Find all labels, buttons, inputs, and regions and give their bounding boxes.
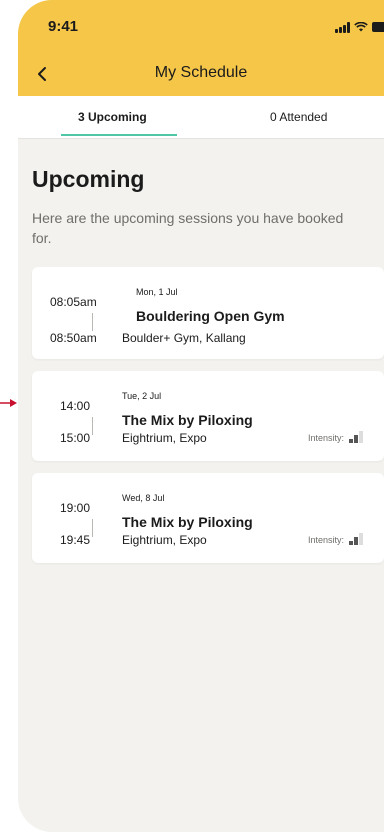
- battery-icon: [372, 22, 384, 32]
- page-title: My Schedule: [154, 64, 248, 81]
- session-venue: Eightrium, Expo: [122, 431, 207, 445]
- session-venue: Boulder+ Gym, Kallang: [122, 331, 246, 345]
- time-connector: [92, 417, 93, 435]
- intensity-label: Intensity:: [308, 433, 345, 443]
- status-bar: 9:41: [18, 0, 384, 52]
- session-title: Bouldering Open Gym: [136, 308, 285, 324]
- session-card[interactable]: 19:00 19:45 Wed, 8 Jul The Mix by Piloxi…: [32, 473, 384, 563]
- tab-bar: 3 Upcoming 0 Attended: [18, 96, 384, 139]
- session-end-time: 19:45: [60, 533, 91, 547]
- phone-screen: 9:41 My Schedule 3 Upcoming 0 Attended U…: [18, 0, 384, 832]
- session-card[interactable]: 14:00 15:00 Tue, 2 Jul The Mix by Piloxi…: [32, 371, 384, 461]
- session-end-time: 15:00: [60, 431, 91, 445]
- time-connector: [92, 519, 93, 537]
- tab-attended[interactable]: 0 Attended: [270, 110, 327, 124]
- active-tab-indicator: [61, 134, 177, 136]
- intensity-bars-icon: [349, 431, 364, 443]
- signal-icon: [335, 21, 350, 33]
- session-end-time: 08:50am: [50, 331, 97, 345]
- session-start-time: 19:00: [60, 501, 91, 515]
- tab-upcoming[interactable]: 3 Upcoming: [78, 110, 147, 124]
- session-title: The Mix by Piloxing: [122, 412, 253, 428]
- intensity-indicator: Intensity:: [308, 431, 364, 443]
- session-start-time: 08:05am: [50, 295, 97, 309]
- section-title: Upcoming: [32, 166, 145, 192]
- intensity-label: Intensity:: [308, 535, 345, 545]
- session-card[interactable]: 08:05am 08:50am Mon, 1 Jul Bouldering Op…: [32, 267, 384, 359]
- wifi-icon: [354, 22, 368, 32]
- session-date: Mon, 1 Jul: [136, 287, 178, 297]
- session-date: Wed, 8 Jul: [122, 493, 165, 503]
- status-icons: [335, 20, 384, 34]
- section-subtitle: Here are the upcoming sessions you have …: [32, 210, 344, 246]
- intensity-indicator: Intensity:: [308, 533, 364, 545]
- session-title: The Mix by Piloxing: [122, 514, 253, 530]
- intensity-bars-icon: [349, 533, 364, 545]
- session-date: Tue, 2 Jul: [122, 391, 162, 401]
- time-connector: [92, 313, 93, 331]
- session-venue: Eightrium, Expo: [122, 533, 207, 547]
- pointer-arrow-icon: [0, 399, 17, 407]
- status-time: 9:41: [48, 18, 79, 35]
- nav-bar: My Schedule: [18, 52, 384, 96]
- session-start-time: 14:00: [60, 399, 91, 413]
